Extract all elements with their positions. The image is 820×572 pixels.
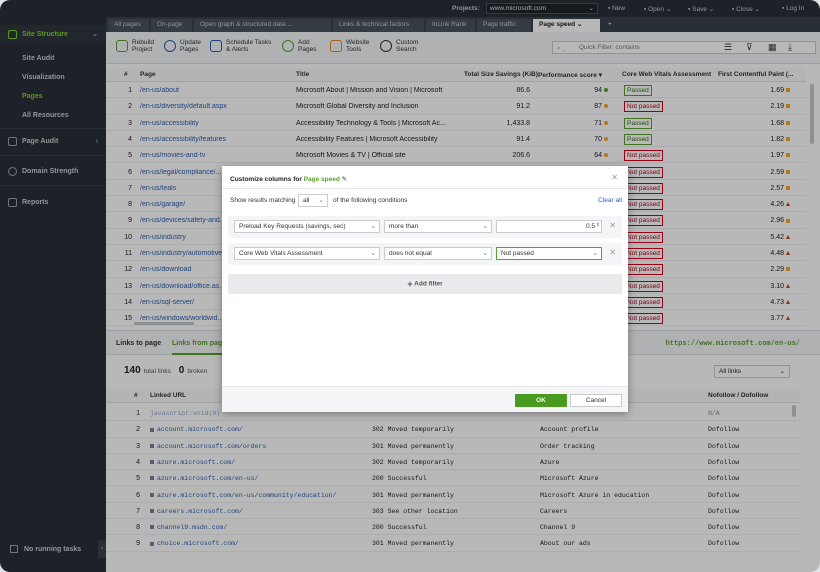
filter-value: 0.5 [585, 223, 595, 230]
dialog-footer [222, 386, 628, 412]
dialog-title-highlight: Page speed [303, 176, 340, 183]
app-window: Site Structure ⌄ Site Audit Visualizatio… [0, 0, 820, 572]
remove-filter-icon[interactable]: ✕ [609, 248, 616, 257]
show-results-label: Show results matching [230, 197, 296, 204]
chevron-down-icon: ⌄ [482, 223, 488, 230]
plus-icon: + [407, 279, 413, 289]
filter-operator-select[interactable]: more than ⌄ [384, 220, 492, 233]
filter-operator-select[interactable]: does not equal ⌄ [384, 247, 492, 260]
cancel-label: Cancel [585, 397, 607, 404]
stepper-icon[interactable]: ⇕ [596, 220, 600, 231]
chevron-down-icon: ⌄ [482, 250, 488, 257]
close-icon[interactable]: ✕ [611, 173, 618, 182]
clear-all-link[interactable]: Clear all [598, 197, 622, 204]
filter-operator-value: does not equal [389, 250, 432, 257]
filter-field-value: Core Web Vitals Assessment [239, 250, 323, 257]
conditions-label: of the following conditions [333, 197, 408, 204]
filter-value: Not passed [501, 250, 534, 257]
dialog-title-prefix: Customize columns for [230, 176, 302, 183]
filter-row-1: Preload Key Requests (savings, sec) ⌄ mo… [228, 216, 622, 238]
pencil-icon[interactable]: ✎ [342, 176, 347, 183]
filter-value-select[interactable]: Not passed ⌄ [496, 247, 602, 260]
chevron-down-icon: ⌄ [592, 250, 598, 257]
filter-field-select[interactable]: Core Web Vitals Assessment ⌄ [234, 247, 380, 260]
add-filter-label: Add filter [414, 280, 443, 288]
chevron-down-icon: ⌄ [370, 223, 376, 230]
filter-field-value: Preload Key Requests (savings, sec) [239, 223, 346, 230]
filter-value-input[interactable]: 0.5 ⇕ [496, 220, 602, 233]
ok-label: OK [536, 397, 546, 404]
filter-field-select[interactable]: Preload Key Requests (savings, sec) ⌄ [234, 220, 380, 233]
match-mode-value: all [303, 197, 310, 204]
divider [222, 188, 628, 189]
chevron-down-icon: ⌄ [318, 197, 324, 204]
filter-row-2: Core Web Vitals Assessment ⌄ does not eq… [228, 243, 622, 265]
ok-button[interactable]: OK [515, 394, 567, 407]
add-filter-button[interactable]: + Add filter [228, 274, 622, 294]
customize-columns-dialog: Customize columns for Page speed ✎ ✕ Sho… [222, 166, 628, 412]
chevron-down-icon: ⌄ [370, 250, 376, 257]
filter-operator-value: more than [389, 223, 419, 230]
dialog-title: Customize columns for Page speed ✎ [230, 175, 347, 183]
remove-filter-icon[interactable]: ✕ [609, 221, 616, 230]
match-mode-select[interactable]: all ⌄ [298, 194, 328, 207]
cancel-button[interactable]: Cancel [570, 394, 622, 407]
